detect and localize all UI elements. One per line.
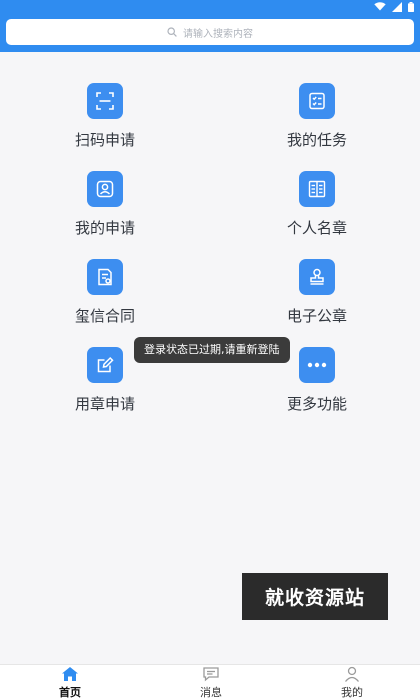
session-expired-toast: 登录状态已过期,请重新登陆 [134, 337, 290, 363]
status-bar [0, 0, 420, 12]
tab-home[interactable]: 首页 [40, 666, 100, 700]
contract-icon [98, 268, 112, 286]
tab-label: 消息 [200, 686, 222, 699]
battery-icon [408, 1, 414, 12]
user-icon [96, 180, 114, 198]
tab-label: 首页 [59, 686, 81, 699]
grid-item-scan-apply[interactable]: 扫码申请 [45, 83, 165, 150]
more-icon [307, 362, 327, 368]
signal-icon [392, 1, 402, 12]
grid-item-my-applications[interactable]: 我的申请 [45, 171, 165, 238]
tab-messages[interactable]: 消息 [181, 666, 241, 700]
wifi-icon [374, 2, 386, 11]
grid-item-personal-seal[interactable]: 个人名章 [257, 171, 377, 238]
grid-item-label: 我的申请 [74, 219, 135, 237]
grid-item-label: 更多功能 [286, 395, 347, 413]
grid-item-label: 用章申请 [74, 395, 135, 413]
scan-icon [96, 92, 114, 110]
grid-item-label: 扫码申请 [74, 131, 135, 149]
message-icon [203, 667, 219, 682]
grid-item-official-seal[interactable]: 电子公章 [257, 259, 377, 326]
name-seal-icon [308, 180, 326, 198]
search-input[interactable]: 请输入搜索内容 [183, 25, 253, 40]
tab-label: 我的 [341, 686, 363, 699]
grid-item-label: 电子公章 [286, 307, 347, 325]
tab-profile[interactable]: 我的 [322, 666, 382, 700]
task-list-icon [309, 92, 325, 110]
grid-item-label: 个人名章 [286, 219, 347, 237]
bottom-tab-bar: 首页 消息 我的 [0, 664, 420, 700]
watermark: 就收资源站 [242, 573, 388, 620]
app-header: 请输入搜索内容 [0, 12, 420, 52]
status-icons [374, 1, 414, 12]
grid-item-label: 玺信合同 [74, 307, 135, 325]
official-seal-icon [310, 268, 324, 285]
grid-item-contract[interactable]: 玺信合同 [45, 259, 165, 326]
grid-item-my-tasks[interactable]: 我的任务 [257, 83, 377, 150]
profile-icon [344, 666, 360, 682]
search-icon [167, 27, 177, 37]
edit-icon [97, 356, 114, 373]
home-icon [62, 667, 78, 681]
search-bar[interactable]: 请输入搜索内容 [6, 19, 414, 45]
grid-item-label: 我的任务 [286, 131, 347, 149]
